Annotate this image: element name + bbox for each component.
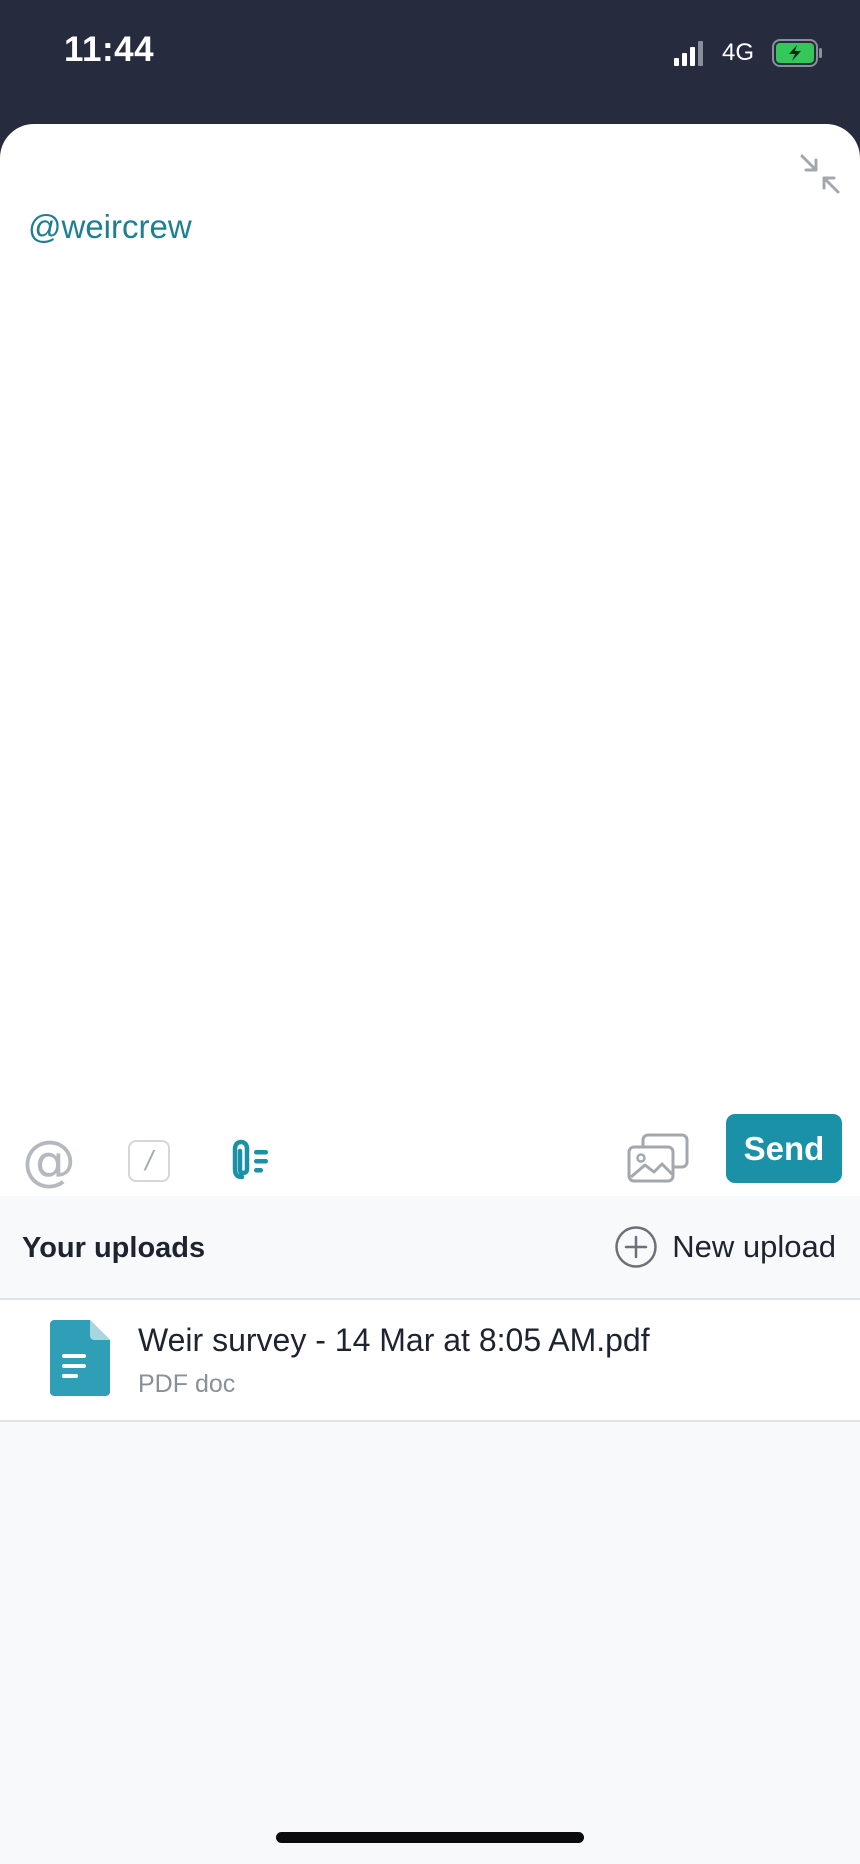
document-icon xyxy=(50,1320,110,1396)
uploads-header: Your uploads New upload xyxy=(0,1196,860,1300)
collapse-icon xyxy=(800,154,840,194)
image-button[interactable] xyxy=(626,1130,690,1186)
slash-icon: / xyxy=(145,1145,153,1176)
uploads-panel: Your uploads New upload Weir survey - 14… xyxy=(0,1196,860,1864)
uploads-title: Your uploads xyxy=(22,1232,206,1264)
status-indicators: 4G xyxy=(673,38,824,68)
battery-charging-icon xyxy=(772,39,822,67)
file-type: PDF doc xyxy=(138,1370,236,1398)
new-upload-button[interactable]: New upload xyxy=(614,1225,836,1269)
mention-button[interactable]: @ xyxy=(22,1134,76,1188)
plus-circle-icon xyxy=(615,1226,658,1268)
new-upload-label: New upload xyxy=(672,1229,836,1264)
mention-icon: @ xyxy=(22,1129,76,1192)
signal-icon xyxy=(673,41,703,66)
status-bar: 11:44 4G xyxy=(0,0,860,124)
collapse-button[interactable] xyxy=(796,150,844,198)
file-name: Weir survey - 14 Mar at 8:05 AM.pdf xyxy=(138,1322,650,1358)
attach-button[interactable] xyxy=(230,1136,280,1186)
upload-file-row[interactable]: Weir survey - 14 Mar at 8:05 AM.pdf PDF … xyxy=(0,1300,860,1422)
compose-input[interactable]: @weircrew xyxy=(28,208,192,246)
send-button[interactable]: Send xyxy=(726,1114,842,1183)
network-label: 4G xyxy=(721,39,754,66)
image-gallery-icon xyxy=(627,1133,689,1183)
attachment-icon xyxy=(232,1139,268,1180)
home-indicator xyxy=(276,1832,584,1843)
slash-command-button[interactable]: / xyxy=(128,1140,170,1182)
status-time: 11:44 xyxy=(64,30,155,69)
